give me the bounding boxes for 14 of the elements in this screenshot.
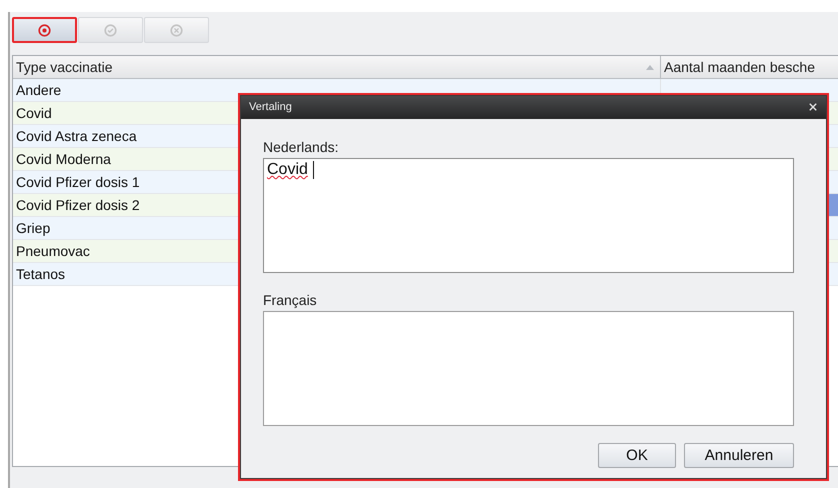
cancel-icon <box>170 24 183 36</box>
column-header[interactable]: Aantal maanden besche <box>661 56 838 78</box>
cancel-button[interactable]: Annuleren <box>684 443 794 468</box>
ok-button[interactable]: OK <box>598 443 676 468</box>
check-circle-icon <box>104 24 117 36</box>
text-area[interactable]: Covid <box>263 158 794 273</box>
close-icon[interactable] <box>809 103 817 111</box>
field-label: Français <box>263 292 318 308</box>
text-area[interactable] <box>263 311 794 426</box>
dialog-title: Vertaling <box>249 101 292 113</box>
column-header[interactable]: Type vaccinatie <box>13 56 661 78</box>
add-icon <box>38 24 51 36</box>
sort-arrow-icon <box>646 64 654 70</box>
toolbar-button[interactable] <box>12 17 77 43</box>
